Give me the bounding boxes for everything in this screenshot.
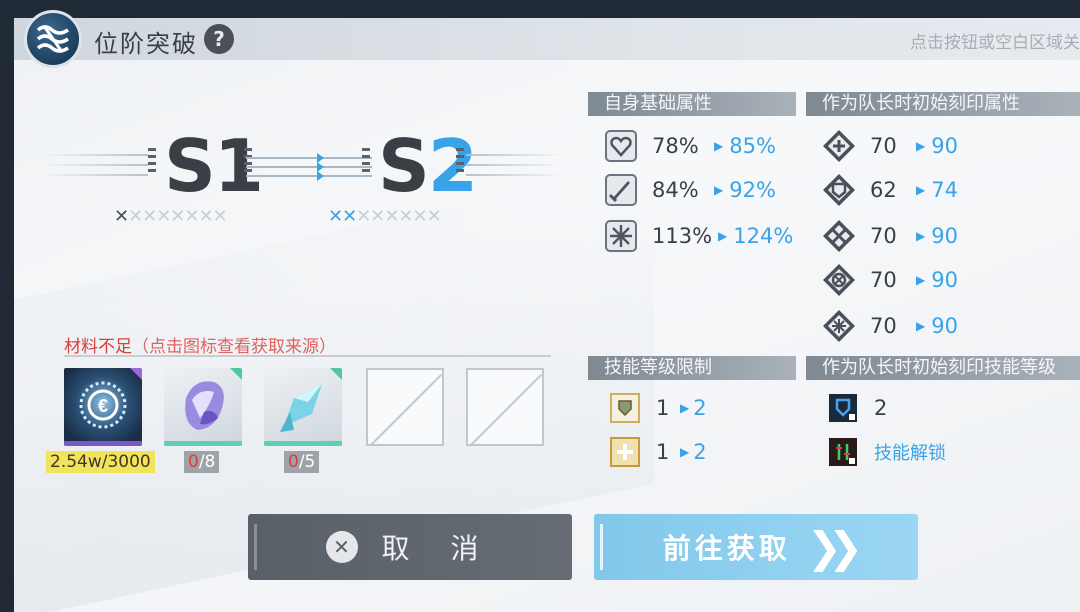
- material-count-cyan: 0/5: [284, 451, 320, 473]
- rank-dashes: [148, 148, 156, 176]
- rank-current-chain: ✕✕✕✕✕✕✕✕: [114, 206, 228, 227]
- skill-limit-row: 1 ▶ 2: [608, 434, 707, 470]
- leader-skill-row: 2: [826, 390, 930, 426]
- material-slot-cyan[interactable]: [264, 368, 342, 446]
- close-hint: 点击按钮或空白区域关: [910, 33, 1080, 53]
- rank-decor-line: [44, 164, 148, 166]
- skill-gold-plus-icon: [608, 435, 642, 469]
- skill-limit-header: 技能等级限制: [588, 356, 796, 380]
- material-count-coin: 2.54w/3000: [46, 451, 155, 473]
- compass-diamond-icon: [822, 263, 856, 297]
- leader-skill-header: 作为队长时初始刻印技能等级: [806, 356, 1080, 380]
- sword-icon: [604, 173, 638, 207]
- leader-attr-row: 70 ▶ 90: [822, 262, 958, 298]
- materials-header: 材料不足（点击图标查看获取来源）: [64, 337, 336, 357]
- close-icon: ✕: [325, 531, 358, 563]
- cancel-button-label: 取 消: [381, 532, 495, 565]
- rank-dashes: [456, 148, 464, 176]
- swords-diamond-icon: [822, 219, 856, 253]
- plus-diamond-icon: [822, 129, 856, 163]
- rank-decor-line: [44, 154, 148, 156]
- rank-decor-line: [466, 164, 562, 166]
- leader-attr-row: 70 ▶ 90: [822, 308, 958, 344]
- heart-icon: [604, 129, 638, 163]
- material-slot-empty: [466, 368, 544, 446]
- rank-decor-line: [466, 174, 562, 176]
- help-icon[interactable]: ?: [204, 24, 234, 54]
- shield-diamond-icon: [822, 173, 856, 207]
- rank-decor-line: [466, 154, 562, 156]
- leader-attrs-header: 作为队长时初始刻印属性: [806, 92, 1080, 116]
- material-count-purple: 0/8: [184, 451, 220, 473]
- go-obtain-button-label: 前往获取: [662, 532, 791, 565]
- skill-gold-shield-icon: [608, 391, 642, 425]
- rank-decor-line: [44, 174, 148, 176]
- skill-green-icon: [826, 435, 860, 469]
- rank-breakthrough-logo-icon: [24, 10, 82, 68]
- leader-attr-row: 62 ▶ 74: [822, 172, 958, 208]
- material-slot-purple[interactable]: [164, 368, 242, 446]
- materials-divider: [64, 355, 551, 357]
- rank-arrow-lines: [246, 150, 372, 184]
- page-title: 位阶突破: [94, 30, 198, 58]
- leader-attr-row: 70 ▶ 90: [822, 218, 958, 254]
- cross-icon: [604, 219, 638, 253]
- svg-text:€: €: [98, 396, 108, 416]
- rank-dashes: [362, 148, 370, 176]
- rank-next-chain: ✕✕✕✕✕✕✕✕: [328, 206, 442, 227]
- leader-skill-row: 技能解锁: [826, 434, 946, 470]
- self-attr-row: 113% ▶ 124%: [604, 218, 793, 254]
- cancel-button[interactable]: ✕ 取 消: [248, 514, 572, 580]
- double-chevron-right-icon: ❯❯: [806, 522, 864, 572]
- go-obtain-button[interactable]: 前往获取 ❯❯: [594, 514, 918, 580]
- dialog-panel: 位阶突破 ? 点击按钮或空白区域关 S1 S2 ✕✕✕✕✕✕✕✕ ✕✕✕✕✕✕✕…: [14, 18, 1080, 612]
- leader-attr-row: 70 ▶ 90: [822, 128, 958, 164]
- star-diamond-icon: [822, 309, 856, 343]
- title-bar: 位阶突破 ? 点击按钮或空白区域关: [14, 18, 1080, 60]
- skill-blue-shield-icon: [826, 391, 860, 425]
- material-slot-coin[interactable]: €: [64, 368, 142, 446]
- self-attr-row: 84% ▶ 92%: [604, 172, 776, 208]
- material-slot-empty: [366, 368, 444, 446]
- self-attrs-header: 自身基础属性: [588, 92, 796, 116]
- self-attr-row: 78% ▶ 85%: [604, 128, 776, 164]
- skill-limit-row: 1 ▶ 2: [608, 390, 707, 426]
